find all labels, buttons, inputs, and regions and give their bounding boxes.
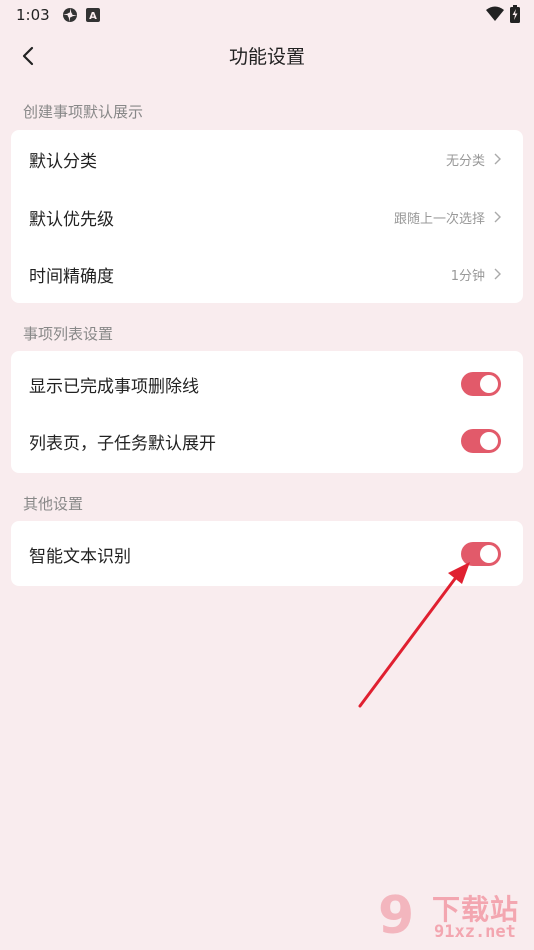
watermark: 9 下载站 91xz.net <box>378 886 528 946</box>
annotation-arrow <box>358 562 470 708</box>
watermark-domain: 91xz.net <box>434 922 516 942</box>
watermark-logo: 9 <box>378 886 415 946</box>
